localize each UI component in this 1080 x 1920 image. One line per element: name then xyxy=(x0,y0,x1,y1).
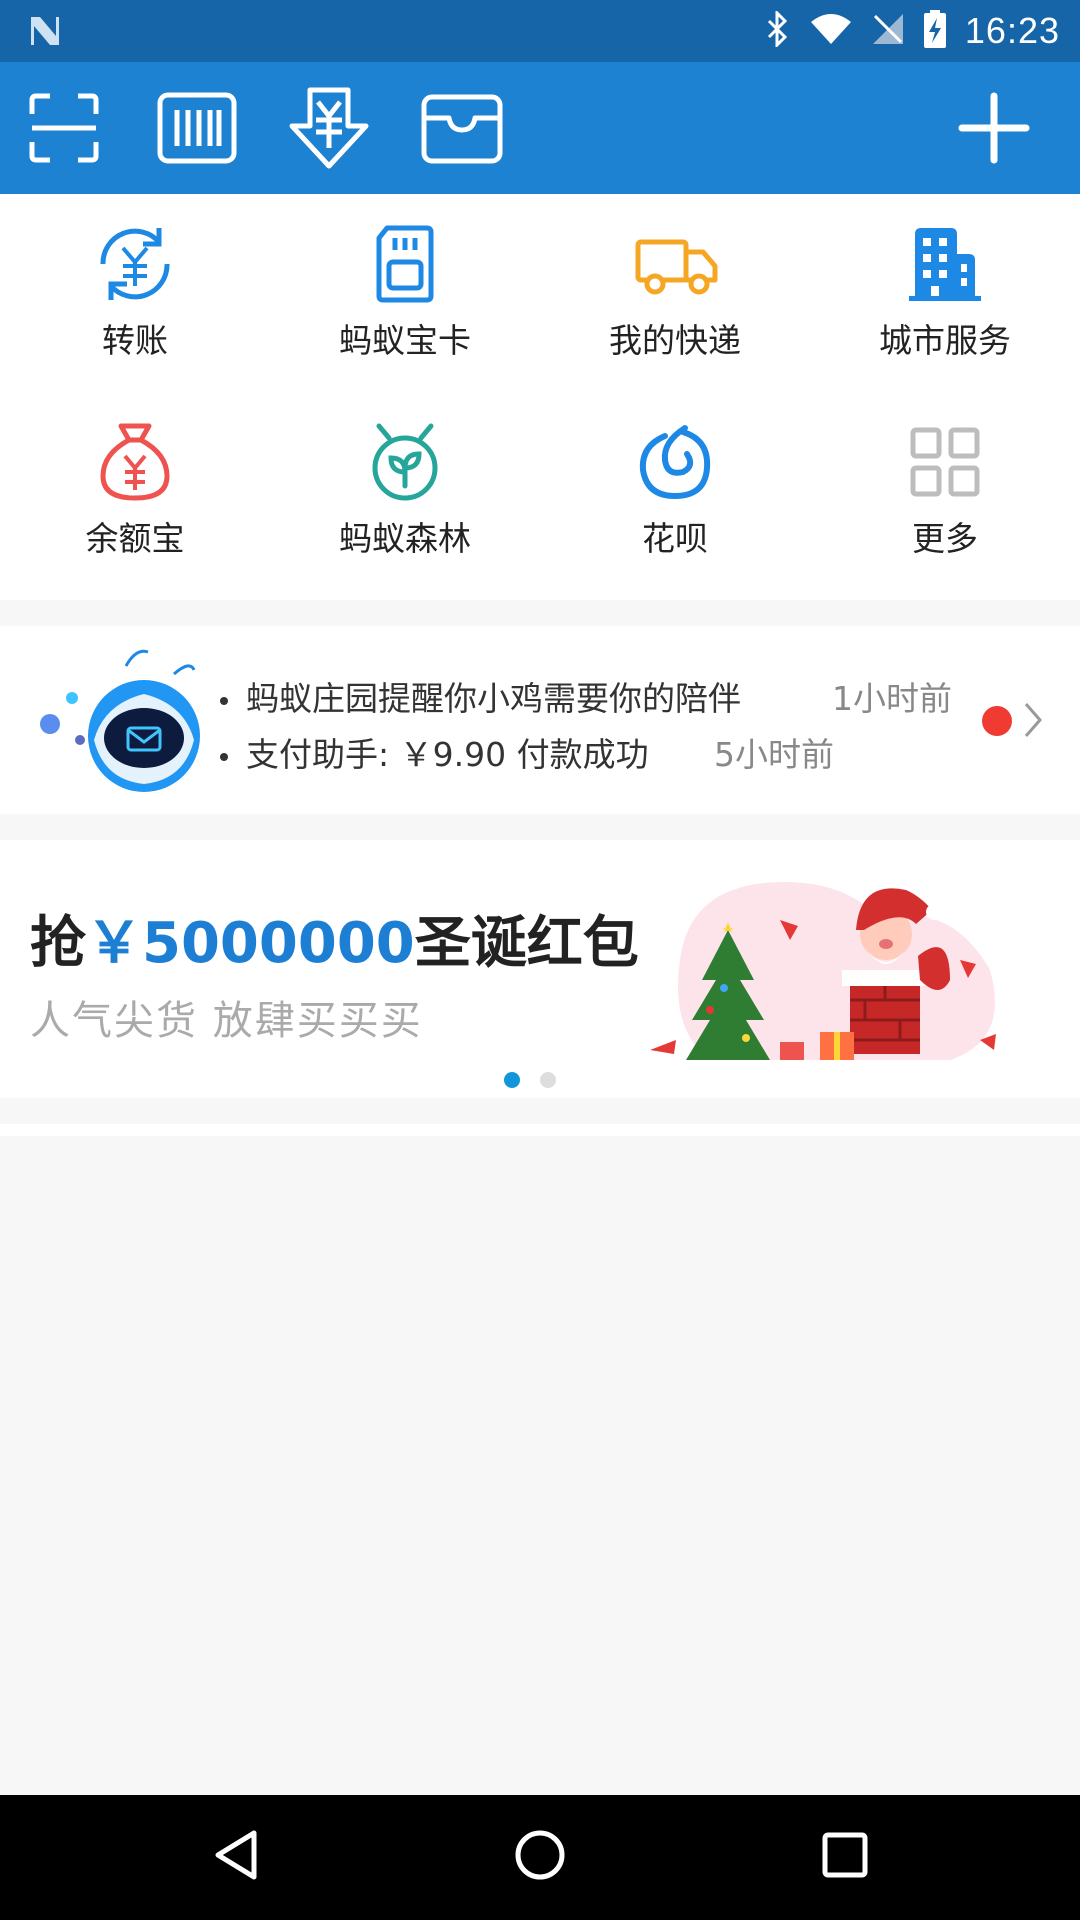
transfer-icon xyxy=(95,224,175,304)
huabei-icon xyxy=(635,422,715,502)
shortcut-express[interactable]: 我的快递 xyxy=(540,194,810,390)
assistant-robot-icon xyxy=(34,644,204,798)
bullet xyxy=(220,752,228,761)
add-icon[interactable] xyxy=(958,92,1030,168)
notification-text: 支付助手: ￥9.90 付款成功 xyxy=(246,735,649,774)
shortcut-city-service[interactable]: 城市服务 xyxy=(810,194,1080,390)
notification-time: 1小时前 xyxy=(832,679,952,718)
banner-amount: ￥5000000 xyxy=(86,911,415,976)
notification-n-icon xyxy=(28,14,62,52)
banner-prefix: 抢 xyxy=(30,911,86,976)
top-toolbar xyxy=(0,62,1080,194)
pager-dot-active[interactable] xyxy=(504,1072,520,1088)
notification-text: 蚂蚁庄园提醒你小鸡需要你的陪伴 xyxy=(246,679,741,718)
scan-icon[interactable] xyxy=(28,92,100,168)
card-wallet-icon[interactable] xyxy=(421,94,503,168)
chevron-right-icon[interactable] xyxy=(1022,700,1044,744)
notification-item[interactable]: 支付助手: ￥9.90 付款成功 5小时前 xyxy=(220,728,834,776)
sim-card-icon xyxy=(365,224,445,304)
sprout-icon xyxy=(365,422,445,502)
receive-money-icon[interactable] xyxy=(288,86,370,174)
home-icon[interactable] xyxy=(512,1825,568,1889)
recents-icon[interactable] xyxy=(820,1825,870,1889)
shortcut-more[interactable]: 更多 xyxy=(810,392,1080,588)
bullet xyxy=(220,696,228,705)
banner-pager xyxy=(504,1072,556,1088)
no-sim-icon xyxy=(871,12,905,50)
wifi-icon xyxy=(809,12,853,50)
more-grid-icon xyxy=(905,422,985,502)
battery-charging-icon xyxy=(923,9,947,53)
pager-dot[interactable] xyxy=(540,1072,556,1088)
shortcut-label: 我的快递 xyxy=(609,321,741,360)
message-notification-card[interactable]: 蚂蚁庄园提醒你小鸡需要你的陪伴 1小时前 支付助手: ￥9.90 付款成功 5小… xyxy=(0,626,1080,814)
notification-time: 5小时前 xyxy=(714,735,834,774)
content-divider xyxy=(0,1124,1080,1136)
shortcut-label: 蚂蚁宝卡 xyxy=(339,321,471,360)
shortcut-label: 蚂蚁森林 xyxy=(339,519,471,558)
shortcut-transfer[interactable]: 转账 xyxy=(0,194,270,390)
christmas-illustration xyxy=(650,860,1030,1084)
pay-code-icon[interactable] xyxy=(157,92,237,168)
bluetooth-icon xyxy=(765,9,791,51)
shortcut-grid: 转账 蚂蚁宝卡 我的快递 城市服务 余额宝 蚂蚁森林 花呗 更多 xyxy=(0,194,1080,600)
shortcut-label: 转账 xyxy=(102,321,168,360)
shortcut-ant-forest[interactable]: 蚂蚁森林 xyxy=(270,392,540,588)
unread-badge xyxy=(982,706,1012,736)
shortcut-ant-card[interactable]: 蚂蚁宝卡 xyxy=(270,194,540,390)
back-icon[interactable] xyxy=(210,1825,260,1889)
banner-headline: 抢￥5000000圣诞红包 xyxy=(30,898,639,979)
money-bag-icon xyxy=(95,422,175,502)
shortcut-huabei[interactable]: 花呗 xyxy=(540,392,810,588)
shortcut-label: 余额宝 xyxy=(85,519,185,558)
building-icon xyxy=(905,224,985,304)
shortcut-label: 花呗 xyxy=(642,519,708,558)
truck-icon xyxy=(635,224,718,304)
shortcut-label: 城市服务 xyxy=(879,321,1011,360)
notification-item[interactable]: 蚂蚁庄园提醒你小鸡需要你的陪伴 1小时前 xyxy=(220,672,952,720)
system-navigation-bar xyxy=(0,1795,1080,1920)
shortcut-label: 更多 xyxy=(912,519,978,558)
status-bar: 16:23 xyxy=(0,0,1080,62)
banner-suffix: 圣诞红包 xyxy=(414,911,639,976)
status-time: 16:23 xyxy=(964,10,1060,51)
banner-subtitle: 人气尖货 放肆买买买 xyxy=(30,998,423,1044)
promo-banner[interactable]: 抢￥5000000圣诞红包 人气尖货 放肆买买买 xyxy=(0,840,1080,1098)
shortcut-yuebao[interactable]: 余额宝 xyxy=(0,392,270,588)
